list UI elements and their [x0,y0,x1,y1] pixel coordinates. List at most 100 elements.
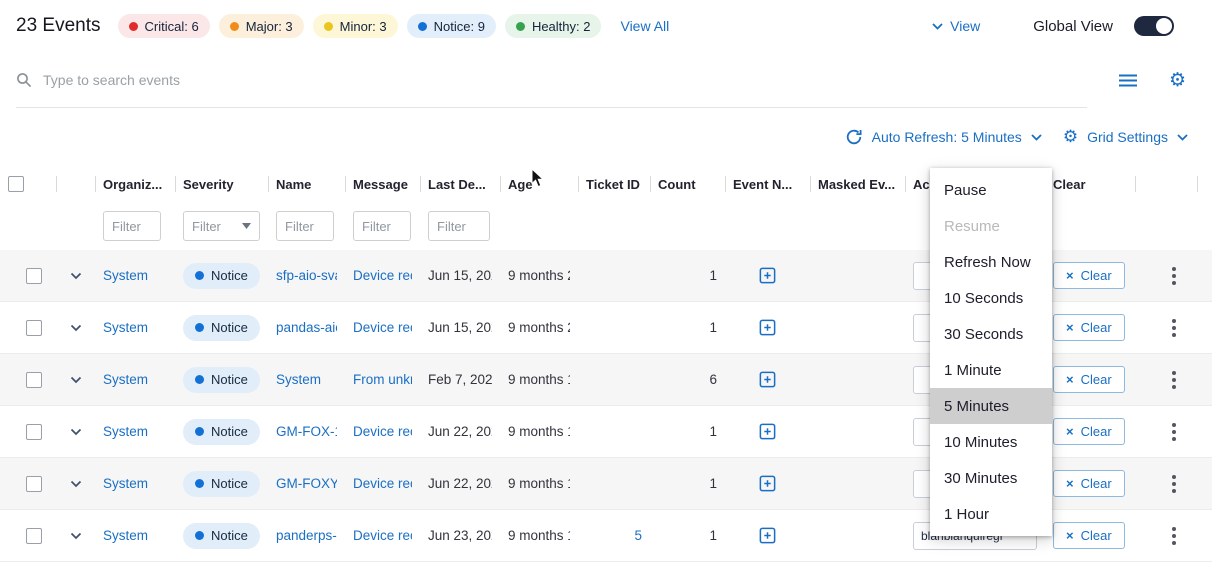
event-note-button[interactable] [758,474,777,493]
severity-filter-critical[interactable]: Critical: 6 [118,14,210,38]
events-page: 23 Events Critical: 6 Major: 3 Minor: 3 … [0,0,1212,571]
event-name-link[interactable]: panderps-d [276,528,337,543]
grid-settings-dropdown[interactable]: Grid Settings [1087,129,1168,145]
filter-organization-input[interactable] [103,211,161,241]
organization-link[interactable]: System [103,476,148,491]
menu-item-30-seconds[interactable]: 30 Seconds [930,316,1052,352]
clear-button[interactable]: ×Clear [1053,470,1125,497]
severity-filter-notice[interactable]: Notice: 9 [407,14,496,38]
view-all-link[interactable]: View All [620,18,669,34]
filter-name-input[interactable] [276,211,334,241]
event-name-link[interactable]: GM-FOX-1 [276,424,337,439]
view-label: View [950,18,980,34]
settings-gear-icon[interactable]: ⚙ [1169,71,1186,90]
filter-severity-select[interactable]: Filter [183,211,260,241]
ticket-id-link[interactable]: 5 [634,528,642,543]
expand-row-icon[interactable] [70,480,82,488]
filter-message-input[interactable] [353,211,411,241]
filter-last-detected-input[interactable] [428,211,490,241]
menu-item-1-hour[interactable]: 1 Hour [930,496,1052,532]
menu-item-resume[interactable]: Resume [930,208,1052,244]
organization-link[interactable]: System [103,268,148,283]
global-view-toggle[interactable] [1134,16,1174,36]
event-message-link[interactable]: Device recc [353,528,412,543]
col-name[interactable]: Name [268,166,345,202]
row-kebab-menu-icon[interactable] [1166,367,1182,393]
event-message-link[interactable]: Device recc [353,320,412,335]
event-message-link[interactable]: Device recc [353,476,412,491]
refresh-icon[interactable] [845,128,863,146]
clear-button[interactable]: ×Clear [1053,418,1125,445]
view-dropdown[interactable]: View [932,18,980,34]
search-field[interactable] [16,52,1087,108]
expand-row-icon[interactable] [70,532,82,540]
clear-button[interactable]: ×Clear [1053,522,1125,549]
severity-label: Notice [211,268,248,283]
row-checkbox[interactable] [26,528,42,544]
clear-button[interactable]: ×Clear [1053,262,1125,289]
expand-row-icon[interactable] [70,376,82,384]
col-message[interactable]: Message [345,166,420,202]
expand-row-icon[interactable] [70,428,82,436]
menu-item-10-minutes[interactable]: 10 Minutes [930,424,1052,460]
event-message-link[interactable]: Device recc [353,424,412,439]
col-masked-events[interactable]: Masked Ev... [810,166,905,202]
event-name-link[interactable]: GM-FOXY- [276,476,337,491]
event-name-link[interactable]: System [276,372,321,387]
event-message-link[interactable]: From unkn( [353,372,412,387]
chevron-down-icon[interactable] [1177,134,1188,141]
organization-link[interactable]: System [103,528,148,543]
search-input[interactable] [43,72,1087,88]
row-kebab-menu-icon[interactable] [1166,471,1182,497]
row-kebab-menu-icon[interactable] [1166,263,1182,289]
menu-item-pause[interactable]: Pause [930,172,1052,208]
clear-button[interactable]: ×Clear [1053,366,1125,393]
row-checkbox[interactable] [26,268,42,284]
organization-link[interactable]: System [103,424,148,439]
severity-filter-healthy[interactable]: Healthy: 2 [505,14,602,38]
event-note-button[interactable] [758,526,777,545]
event-note-button[interactable] [758,318,777,337]
severity-filter-minor[interactable]: Minor: 3 [313,14,398,38]
col-ticket-id[interactable]: Ticket ID [578,166,650,202]
event-note-button[interactable] [758,370,777,389]
clear-label: Clear [1081,268,1112,283]
col-severity[interactable]: Severity [175,166,268,202]
col-count[interactable]: Count [650,166,725,202]
event-name-link[interactable]: pandas-aio- [276,320,337,335]
menu-item-30-minutes[interactable]: 30 Minutes [930,460,1052,496]
severity-filter-major[interactable]: Major: 3 [219,14,304,38]
event-note-button[interactable] [758,266,777,285]
col-clear[interactable]: Clear [1045,166,1135,202]
col-organization[interactable]: Organiz... [95,166,175,202]
row-checkbox[interactable] [26,320,42,336]
row-checkbox[interactable] [26,372,42,388]
clear-button[interactable]: ×Clear [1053,314,1125,341]
menu-item-10-seconds[interactable]: 10 Seconds [930,280,1052,316]
list-view-button[interactable] [1111,63,1145,97]
event-note-button[interactable] [758,422,777,441]
col-age[interactable]: Age [500,166,578,202]
menu-item-refresh-now[interactable]: Refresh Now [930,244,1052,280]
chevron-down-icon[interactable] [1031,134,1042,141]
expand-row-icon[interactable] [70,324,82,332]
row-kebab-menu-icon[interactable] [1166,315,1182,341]
organization-link[interactable]: System [103,320,148,335]
menu-item-1-minute[interactable]: 1 Minute [930,352,1052,388]
row-checkbox[interactable] [26,424,42,440]
menu-item-5-minutes[interactable]: 5 Minutes [930,388,1052,424]
col-last-detected[interactable]: Last De... [420,166,500,202]
row-kebab-menu-icon[interactable] [1166,419,1182,445]
expand-row-icon[interactable] [70,272,82,280]
event-name-link[interactable]: sfp-aio-sva [276,268,337,283]
masked-events-cell [810,354,905,405]
organization-link[interactable]: System [103,372,148,387]
row-checkbox[interactable] [26,476,42,492]
row-kebab-menu-icon[interactable] [1166,523,1182,549]
col-event-note[interactable]: Event N... [725,166,810,202]
select-all-checkbox[interactable] [8,176,24,192]
grid-gear-icon[interactable]: ⚙ [1063,129,1078,146]
event-message-link[interactable]: Device recc [353,268,412,283]
auto-refresh-dropdown[interactable]: Auto Refresh: 5 Minutes [872,129,1022,145]
note-add-icon [758,474,777,493]
